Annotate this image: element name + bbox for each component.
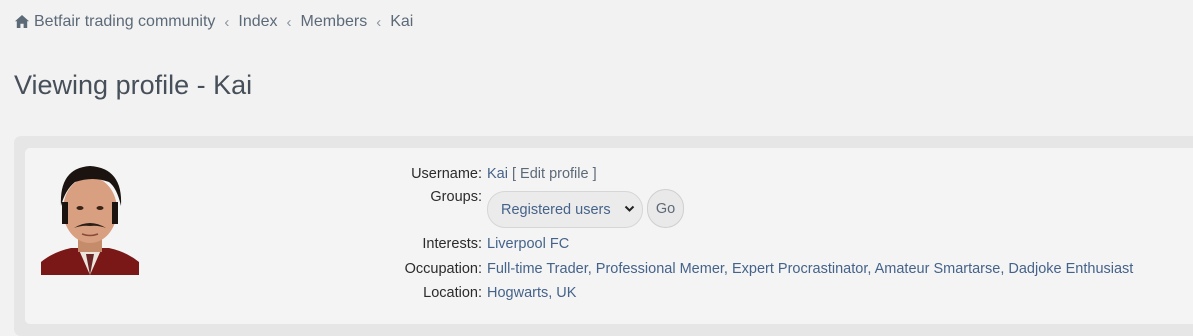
go-button[interactable]: Go	[647, 189, 684, 228]
occupation-row: Occupation: Full-time Trader, Profession…	[300, 259, 1134, 279]
location-value: Hogwarts, UK	[487, 285, 577, 301]
home-icon	[15, 14, 29, 28]
username-row: Username: Kai [ Edit profile ]	[300, 164, 597, 184]
location-row: Location: Hogwarts, UK	[300, 283, 576, 303]
breadcrumb-link-members[interactable]: Members	[301, 13, 368, 31]
avatar-image	[41, 164, 139, 275]
profile-panel-inner	[25, 148, 1193, 324]
interests-label: Interests:	[422, 236, 482, 252]
username-value: Kai [ Edit profile ]	[487, 166, 597, 182]
breadcrumb-separator: ‹	[286, 13, 292, 31]
breadcrumb-link-kai[interactable]: Kai	[390, 13, 413, 31]
breadcrumb-separator: ‹	[376, 13, 382, 31]
username-label: Username:	[411, 166, 482, 182]
avatar	[41, 164, 139, 275]
page-title: Viewing profile - Kai	[14, 70, 253, 100]
location-label: Location:	[423, 285, 482, 301]
groups-select[interactable]: Registered users	[487, 191, 643, 228]
breadcrumb: Betfair trading community ‹ Index ‹ Memb…	[15, 12, 413, 32]
edit-profile-link[interactable]: [ Edit profile ]	[512, 166, 597, 182]
interests-value: Liverpool FC	[487, 236, 570, 252]
username-link[interactable]: Kai	[487, 166, 508, 182]
interests-row: Interests: Liverpool FC	[300, 234, 569, 254]
groups-label: Groups:	[430, 189, 482, 205]
occupation-label: Occupation:	[404, 261, 482, 277]
breadcrumb-link-community[interactable]: Betfair trading community	[34, 13, 215, 31]
groups-select-value: Registered users	[501, 201, 611, 218]
chevron-down-icon	[624, 205, 635, 212]
breadcrumb-link-index[interactable]: Index	[238, 13, 277, 31]
occupation-value: Full-time Trader, Professional Memer, Ex…	[487, 261, 1134, 277]
breadcrumb-separator: ‹	[224, 13, 230, 31]
